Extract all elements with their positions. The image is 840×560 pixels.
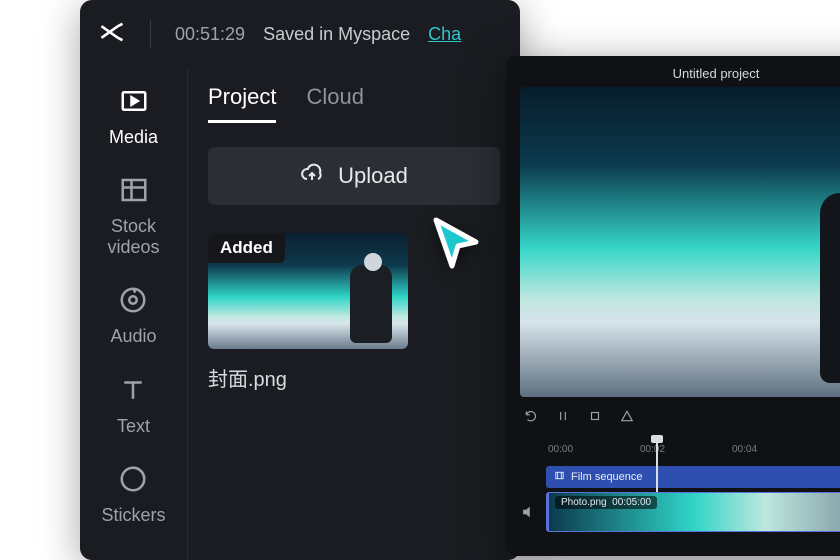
media-item[interactable]: Added 封面.png: [208, 233, 408, 392]
stock-videos-icon: [119, 175, 149, 210]
app-logo-icon: [98, 18, 126, 51]
tab-cloud[interactable]: Cloud: [306, 84, 363, 123]
cloud-upload-icon: [300, 161, 324, 191]
sidebar-item-label: Stickers: [101, 505, 165, 526]
audio-icon: [118, 285, 148, 320]
upload-label: Upload: [338, 163, 408, 189]
main-panel: Project Cloud Upload Added 封面.png: [188, 68, 520, 560]
media-filename: 封面.png: [208, 363, 408, 392]
sidebar-item-audio[interactable]: Audio: [110, 285, 156, 346]
sidebar-item-label: Audio: [110, 326, 156, 347]
tab-project[interactable]: Project: [208, 84, 276, 123]
ruler-tick: 00:02: [640, 444, 665, 455]
save-status: Saved in Myspace: [263, 24, 410, 45]
transport-controls: [506, 397, 840, 438]
media-thumbnail: Added: [208, 233, 408, 349]
time-ruler[interactable]: 00:00 00:02 00:04: [520, 438, 840, 460]
divider: [150, 20, 151, 48]
upload-button[interactable]: Upload: [208, 147, 500, 205]
panel-tabs: Project Cloud: [208, 84, 500, 123]
sidebar-item-label: Stock videos: [107, 216, 159, 257]
sidebar: Media Stock videos Audio Text Stickers: [80, 68, 188, 560]
ruler-tick: 00:04: [732, 444, 757, 455]
editor-window: 00:51:29 Saved in Myspace Cha Media Stoc…: [80, 0, 520, 560]
preview-viewport: [520, 87, 840, 397]
sidebar-item-stickers[interactable]: Stickers: [101, 464, 165, 525]
added-badge: Added: [208, 233, 285, 263]
warning-icon[interactable]: [620, 409, 634, 426]
sidebar-item-media[interactable]: Media: [109, 86, 158, 147]
sequence-label: Film sequence: [571, 471, 643, 483]
preview-window: Untitled project 00:00 00:02 00:04 Film …: [506, 56, 840, 556]
undo-icon[interactable]: [524, 409, 538, 426]
split-icon[interactable]: [556, 409, 570, 426]
project-title: Untitled project: [506, 56, 840, 87]
sidebar-item-text[interactable]: Text: [117, 375, 150, 436]
timeline-clip[interactable]: Photo.png 00:05:00: [546, 492, 840, 532]
sidebar-item-stock-videos[interactable]: Stock videos: [107, 175, 159, 257]
media-icon: [119, 86, 149, 121]
clip-label: Photo.png 00:05:00: [555, 496, 657, 509]
sequence-bar[interactable]: Film sequence: [546, 466, 840, 488]
speaker-icon[interactable]: [520, 503, 538, 521]
text-icon: [118, 375, 148, 410]
timestamp: 00:51:29: [175, 24, 245, 45]
sidebar-item-label: Text: [117, 416, 150, 437]
topbar: 00:51:29 Saved in Myspace Cha: [80, 0, 520, 68]
stickers-icon: [118, 464, 148, 499]
ruler-tick: 00:00: [548, 444, 573, 455]
crop-icon[interactable]: [588, 409, 602, 426]
film-icon: [554, 470, 565, 484]
sidebar-item-label: Media: [109, 127, 158, 148]
timeline-track: Photo.png 00:05:00: [520, 492, 840, 532]
autosave-link[interactable]: Cha: [428, 24, 461, 45]
